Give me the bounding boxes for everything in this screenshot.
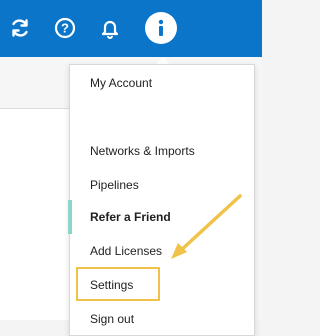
sync-icon[interactable] (5, 13, 35, 43)
menu-item-pipelines[interactable]: Pipelines (90, 178, 139, 192)
notification-bell-icon[interactable] (95, 13, 125, 43)
help-icon[interactable]: ? (50, 13, 80, 43)
menu-item-my-account[interactable]: My Account (90, 76, 152, 90)
svg-text:?: ? (61, 21, 69, 36)
menu-item-networks-imports[interactable]: Networks & Imports (90, 144, 195, 158)
user-avatar-button[interactable] (145, 12, 177, 44)
settings-highlight-box (76, 267, 160, 301)
menu-item-sign-out[interactable]: Sign out (90, 312, 134, 326)
active-item-indicator (68, 200, 72, 234)
top-bar: ? (0, 0, 262, 57)
menu-item-add-licenses[interactable]: Add Licenses (90, 244, 162, 258)
menu-item-refer-a-friend[interactable]: Refer a Friend (90, 210, 171, 224)
user-info-icon (158, 19, 164, 36)
